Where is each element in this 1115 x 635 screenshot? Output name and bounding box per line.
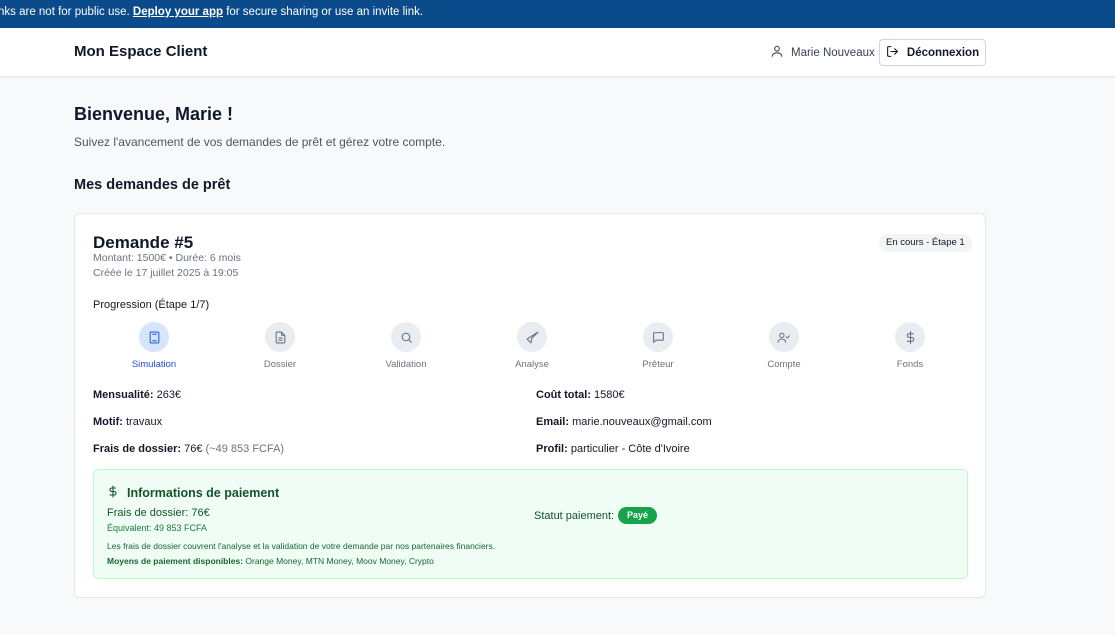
loan-request-card: Demande #5 Montant: 1500€ • Durée: 6 moi… [74,213,986,598]
request-title: Demande #5 [93,233,194,252]
progress-label: Progression (Étape 1/7) [93,299,210,311]
field-label: Coût total: [536,389,591,401]
field-value: 76€ [184,443,203,455]
field-label: Email: [536,416,570,428]
field-value: marie.nouveaux@gmail.com [572,416,712,428]
deploy-banner: nks are not for public use. Deploy your … [0,0,1115,28]
progress-steps: Simulation Dossier Validation Analyse Pr… [94,322,972,372]
field-label: Mensualité: [93,389,154,401]
welcome-subtitle: Suivez l'avancement de vos demandes de p… [74,135,446,149]
field-cout-total: Coût total: 1580€ [536,389,625,401]
user-info: Marie Nouveaux [770,44,875,61]
dollar-icon [107,485,119,501]
step-label: Compte [767,359,801,370]
field-label: Frais de dossier: [93,443,182,455]
step-compte: Compte [724,322,844,370]
step-label: Dossier [263,359,297,370]
payment-note: Les frais de dossier couvrent l'analyse … [107,541,496,551]
step-dossier: Dossier [220,322,340,370]
step-simulation: Simulation [94,322,214,370]
payment-title: Informations de paiement [107,485,279,501]
step-fonds: Fonds [850,322,970,370]
field-label: Motif: [93,416,123,428]
field-profil: Profil: particulier - Côte d'Ivoire [536,443,690,455]
user-icon [770,44,784,61]
step-label: Validation [385,359,427,370]
section-title: Mes demandes de prêt [74,177,231,193]
step-label: Simulation [131,359,177,370]
logout-label: Déconnexion [906,46,980,59]
calculator-icon [139,322,169,352]
status-badge: En cours - Étape 1 [879,234,972,252]
payment-methods-value: Orange Money, MTN Money, Moov Money, Cry… [243,556,434,566]
step-label: Prêteur [642,359,674,370]
field-mensualite: Mensualité: 263€ [93,389,181,401]
send-icon [517,322,547,352]
banner-text: nks are not for public use. [0,6,133,18]
dollar-icon [895,322,925,352]
field-email: Email: marie.nouveaux@gmail.com [536,416,712,428]
logout-icon [886,45,899,61]
payment-methods-label: Moyens de paiement disponibles: [107,556,244,566]
field-value: 1580€ [594,389,625,401]
payment-status-badge: Payé [618,507,658,524]
field-fcfa: (~49 853 FCFA) [205,443,285,455]
deploy-app-link[interactable]: Deploy your app [133,6,223,18]
payment-status-label: Statut paiement: [534,510,615,522]
message-icon [643,322,673,352]
field-value: particulier - Côte d'Ivoire [570,443,690,455]
user-check-icon [769,322,799,352]
field-frais: Frais de dossier: 76€ (~49 853 FCFA) [93,443,284,455]
field-motif: Motif: travaux [93,416,162,428]
logout-button[interactable]: Déconnexion [879,39,986,66]
payment-title-text: Informations de paiement [127,486,280,500]
field-label: Profil: [536,443,568,455]
search-icon [391,322,421,352]
payment-fee: Frais de dossier: 76€ [107,507,210,519]
step-analyse: Analyse [472,322,592,370]
banner-text-after: for secure sharing or use an invite link… [223,6,424,18]
welcome-title: Bienvenue, Marie ! [74,104,234,124]
payment-methods: Moyens de paiement disponibles: Orange M… [107,556,434,566]
app-title: Mon Espace Client [74,43,208,60]
step-label: Analyse [515,359,549,370]
payment-info-box: Informations de paiement Frais de dossie… [93,469,968,579]
field-value: 263€ [156,389,182,401]
app-header: Mon Espace Client Marie Nouveaux Déconne… [0,28,1115,77]
step-validation: Validation [346,322,466,370]
request-meta: Montant: 1500€ • Durée: 6 mois [93,252,241,264]
request-date: Créée le 17 juillet 2025 à 19:05 [93,267,239,279]
user-name: Marie Nouveaux [791,46,875,59]
payment-equivalent: Équivalent: 49 853 FCFA [107,523,208,533]
step-preteur: Prêteur [598,322,718,370]
step-label: Fonds [896,359,924,370]
document-icon [265,322,295,352]
field-value: travaux [126,416,163,428]
